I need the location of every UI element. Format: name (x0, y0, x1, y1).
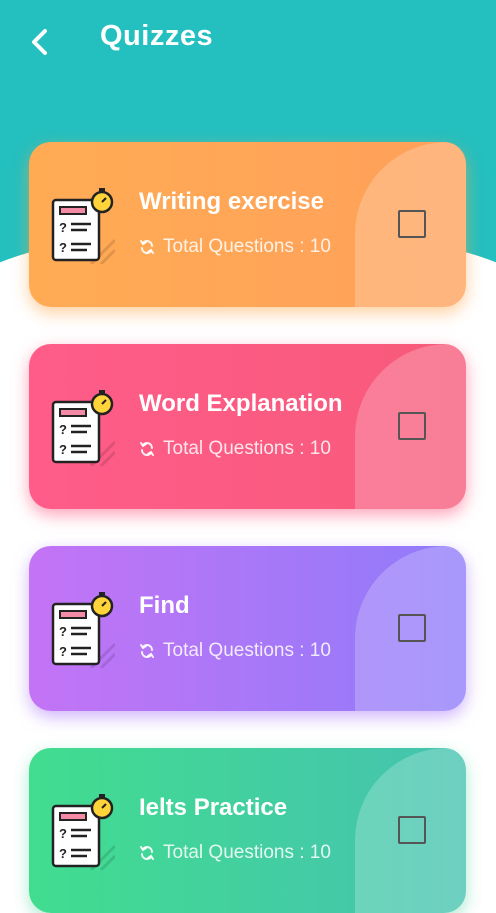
back-button[interactable] (18, 22, 62, 62)
quiz-title: Word Explanation (139, 390, 343, 417)
quiz-document-icon: ? ? (51, 188, 115, 264)
refresh-icon (140, 442, 154, 456)
total-questions-text: Total Questions : 10 (163, 438, 331, 459)
quiz-meta: Total Questions : 10 (139, 438, 359, 460)
quiz-checkbox[interactable] (398, 816, 426, 844)
svg-text:?: ? (59, 846, 67, 861)
chevron-left-icon (32, 29, 47, 55)
quiz-title: Writing exercise (139, 188, 324, 215)
quiz-title: Find (139, 592, 190, 619)
page-title: Quizzes (100, 20, 214, 52)
svg-text:?: ? (59, 644, 67, 659)
svg-text:?: ? (59, 220, 67, 235)
quiz-meta: Total Questions : 10 (139, 236, 359, 258)
refresh-icon (140, 846, 154, 860)
refresh-icon (140, 644, 154, 658)
quiz-card-find[interactable]: ? ? Find Total Questions : 10 (29, 546, 466, 711)
quiz-document-icon: ? ? (51, 390, 115, 466)
svg-text:?: ? (59, 826, 67, 841)
svg-text:?: ? (59, 422, 67, 437)
quiz-checkbox[interactable] (398, 614, 426, 642)
svg-text:?: ? (59, 624, 67, 639)
quiz-document-icon: ? ? (51, 592, 115, 668)
total-questions-text: Total Questions : 10 (163, 236, 331, 257)
quiz-card-writing-exercise[interactable]: ? ? Writing exercise Total Questions : 1… (29, 142, 466, 307)
quiz-card-word-explanation[interactable]: ? ? Word Explanation Total Questions : 1… (29, 344, 466, 509)
quiz-card-ielts-practice[interactable]: ? ? Ielts Practice Total Questions : 10 (29, 748, 466, 913)
quiz-checkbox[interactable] (398, 412, 426, 440)
refresh-icon (140, 240, 154, 254)
quiz-meta: Total Questions : 10 (139, 640, 359, 662)
quiz-title: Ielts Practice (139, 794, 288, 821)
quiz-document-icon: ? ? (51, 794, 115, 870)
quiz-checkbox[interactable] (398, 210, 426, 238)
svg-text:?: ? (59, 442, 67, 457)
svg-text:?: ? (59, 240, 67, 255)
quiz-meta: Total Questions : 10 (139, 842, 359, 864)
total-questions-text: Total Questions : 10 (163, 842, 331, 863)
total-questions-text: Total Questions : 10 (163, 640, 331, 661)
